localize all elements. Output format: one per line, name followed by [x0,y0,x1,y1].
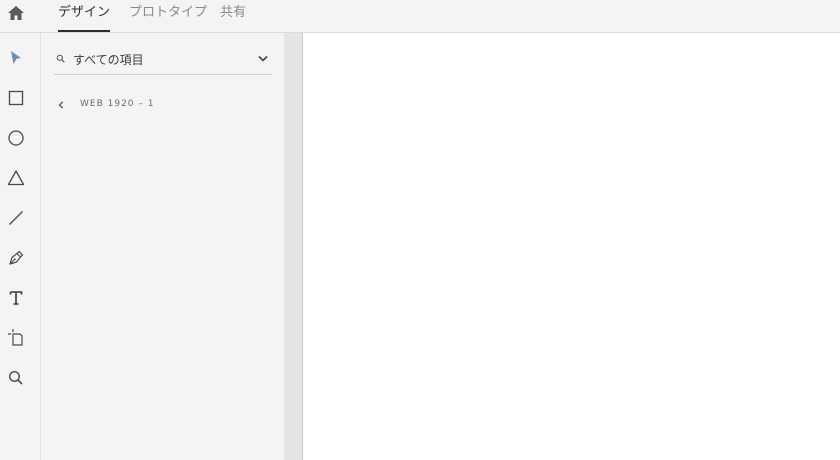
zoom-icon [8,370,23,385]
rectangle-icon [8,90,24,106]
panel-scroll-gutter [284,33,303,460]
search-icon [56,54,65,63]
filter-input[interactable] [73,52,243,68]
zoom-tool-button[interactable] [6,368,26,388]
line-icon [9,211,23,225]
layer-filter[interactable] [54,48,272,75]
home-button[interactable] [5,3,27,23]
artboard-tool-button[interactable] [6,328,26,348]
top-bar: デザイン プロトタイプ 共有 [0,0,840,33]
rectangle-tool-button[interactable] [6,88,26,108]
tool-bar [0,33,41,460]
select-tool-button[interactable] [6,48,26,68]
pen-icon [9,250,24,265]
chevron-down-icon[interactable] [258,55,268,63]
line-tool-button[interactable] [6,208,26,228]
pen-tool-button[interactable] [6,248,26,268]
artboard-name: WEB 1920 – 1 [80,99,155,109]
text-tool-button[interactable] [6,288,26,308]
artboard-icon [8,329,23,346]
ellipse-icon [8,130,24,146]
polygon-tool-button[interactable] [6,168,26,188]
design-canvas[interactable] [303,33,840,460]
layers-panel: WEB 1920 – 1 [41,33,284,460]
artboard-layer-row[interactable]: WEB 1920 – 1 [54,97,272,115]
arrow-select-icon [11,51,21,64]
chevron-left-icon[interactable] [58,101,64,109]
tab-share[interactable]: 共有 [220,0,246,32]
triangle-icon [7,170,25,186]
tab-prototype[interactable]: プロトタイプ [129,0,207,32]
tab-design[interactable]: デザイン [58,0,111,32]
ellipse-tool-button[interactable] [6,128,26,148]
home-icon [8,6,24,20]
text-icon [9,291,23,305]
